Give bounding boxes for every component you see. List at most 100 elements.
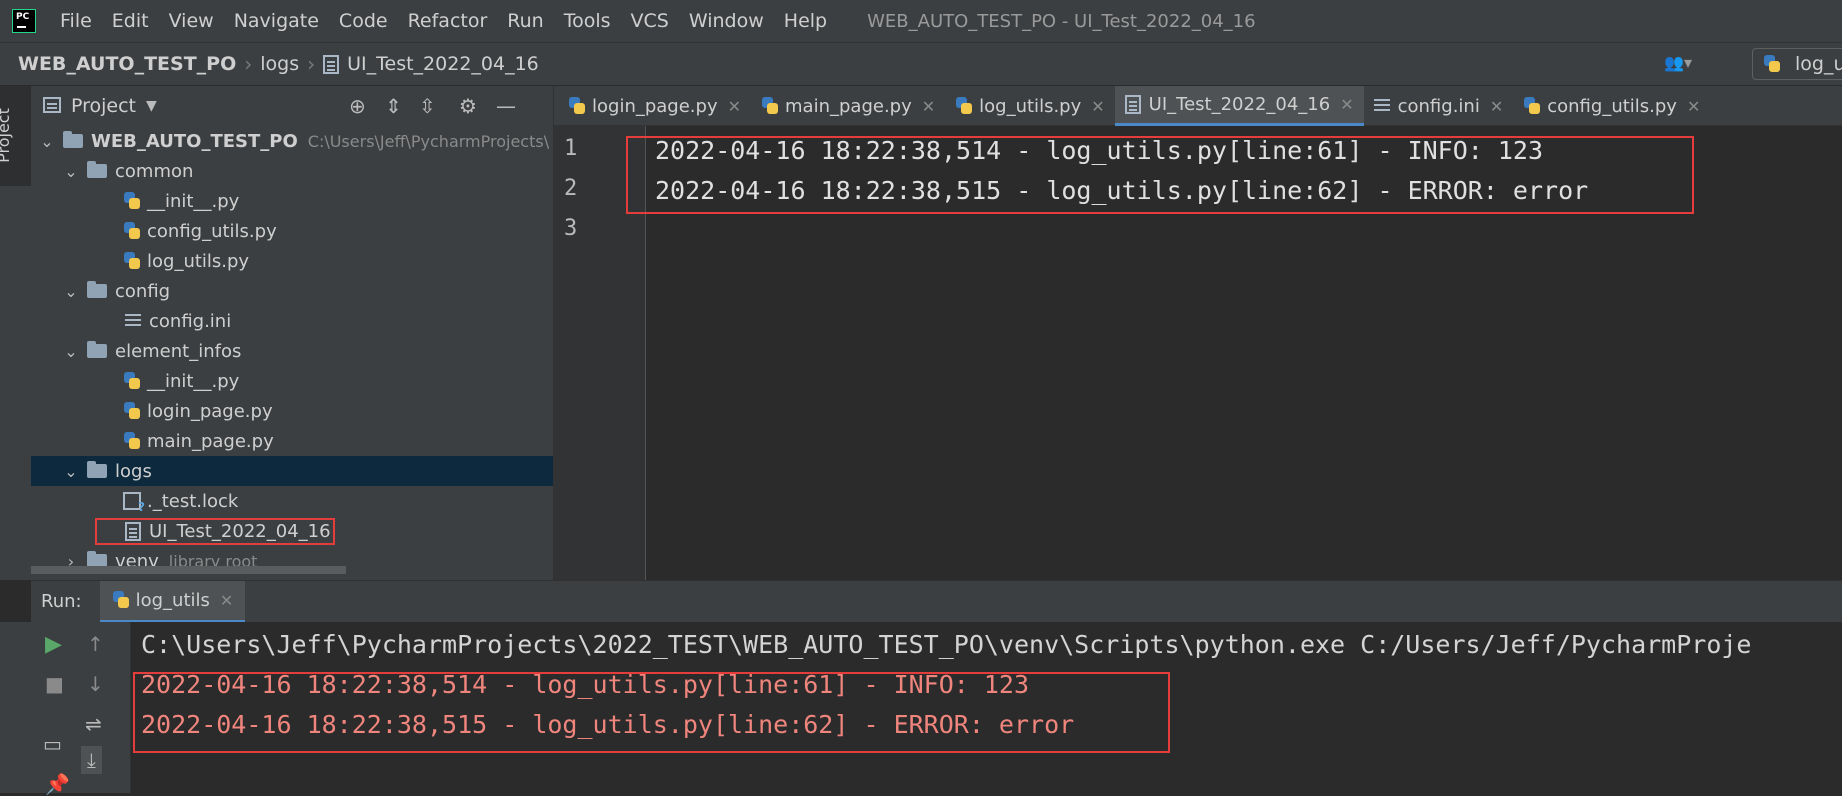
- menu-bar: PC File Edit View Navigate Code Refactor…: [0, 0, 1842, 42]
- horizontal-scrollbar[interactable]: [31, 566, 346, 574]
- chevron-down-icon[interactable]: ⌄: [63, 462, 79, 481]
- tab-label: log_utils.py: [979, 95, 1082, 117]
- minimize-icon[interactable]: —: [496, 94, 516, 118]
- close-icon[interactable]: ✕: [1340, 95, 1353, 114]
- scroll-to-end-icon[interactable]: ⤓: [81, 746, 102, 774]
- tree-item-login-page[interactable]: login_page.py: [31, 396, 553, 426]
- run-tab-label: log_utils: [135, 589, 210, 611]
- tree-item-label: common: [115, 160, 194, 182]
- python-file-icon: [112, 591, 130, 609]
- run-toolbar: ▶ ↑ ■ ↓ ⇌ ▭ ⤓ 📌: [31, 622, 131, 796]
- menu-run[interactable]: Run: [497, 10, 553, 32]
- tree-item-label: config: [115, 280, 171, 302]
- soft-wrap-icon[interactable]: ⇌: [85, 712, 102, 736]
- gear-icon[interactable]: ⚙: [459, 94, 477, 118]
- close-icon[interactable]: ✕: [1490, 97, 1503, 116]
- run-tab-log-utils[interactable]: log_utils ✕: [99, 580, 246, 623]
- tab-main-page[interactable]: main_page.py ✕: [751, 86, 945, 126]
- tree-item-label: main_page.py: [147, 430, 274, 452]
- menu-tools[interactable]: Tools: [554, 10, 621, 32]
- close-icon[interactable]: ✕: [1687, 97, 1700, 116]
- ini-file-icon: [125, 313, 141, 329]
- menu-navigate[interactable]: Navigate: [224, 10, 329, 32]
- chevron-down-icon[interactable]: ▼: [146, 98, 157, 114]
- menu-edit[interactable]: Edit: [102, 10, 159, 32]
- stop-icon[interactable]: ■: [45, 672, 64, 696]
- close-icon[interactable]: ✕: [922, 97, 935, 116]
- tree-item-common[interactable]: ⌄ common: [31, 156, 553, 186]
- run-configuration-selector[interactable]: log_u: [1752, 48, 1842, 80]
- run-configuration-label: log_u: [1795, 53, 1842, 75]
- project-tool-tab[interactable]: Project: [0, 86, 31, 186]
- project-panel: Project ▼ ⊕ ⇕ ⇳ ⚙ — ⌄ WEB_AUTO_TEST_PO C…: [31, 86, 554, 580]
- pin-icon[interactable]: 📌: [45, 772, 70, 796]
- tab-ui-test-log[interactable]: UI_Test_2022_04_16 ✕: [1114, 86, 1364, 126]
- tree-item-element-infos-init[interactable]: __init__.py: [31, 366, 553, 396]
- tab-login-page[interactable]: login_page.py ✕: [554, 86, 751, 126]
- tree-item-log-utils[interactable]: log_utils.py: [31, 246, 553, 276]
- menu-help[interactable]: Help: [774, 10, 837, 32]
- menu-window[interactable]: Window: [679, 10, 774, 32]
- breadcrumb: WEB_AUTO_TEST_PO › logs › UI_Test_2022_0…: [18, 52, 539, 76]
- menu-vcs[interactable]: VCS: [621, 10, 679, 32]
- user-account-icon[interactable]: 👥▾: [1664, 53, 1692, 72]
- tree-item-logs[interactable]: ⌄ logs: [31, 456, 553, 486]
- tree-item-common-init[interactable]: __init__.py: [31, 186, 553, 216]
- project-tool-tab-label: Project: [0, 108, 13, 163]
- up-arrow-icon[interactable]: ↑: [87, 632, 104, 656]
- collapse-all-icon[interactable]: ⇳: [419, 94, 436, 118]
- folder-icon: [87, 281, 107, 298]
- project-panel-header: Project ▼ ⊕ ⇕ ⇳ ⚙ —: [31, 86, 553, 126]
- highlight-box: [133, 672, 1170, 753]
- tree-item-project-root[interactable]: ⌄ WEB_AUTO_TEST_PO C:\Users\Jeff\Pycharm…: [31, 126, 553, 156]
- tab-log-utils[interactable]: log_utils.py ✕: [945, 86, 1115, 126]
- highlight-box: [626, 136, 1694, 214]
- python-file-icon: [123, 432, 141, 450]
- chevron-down-icon[interactable]: ⌄: [63, 162, 79, 181]
- tree-item-config-utils[interactable]: config_utils.py: [31, 216, 553, 246]
- close-icon[interactable]: ✕: [220, 591, 233, 610]
- menu-view[interactable]: View: [159, 10, 224, 32]
- tree-item-label: login_page.py: [147, 400, 273, 422]
- tree-item-path-hint: C:\Users\Jeff\PycharmProjects\: [307, 131, 550, 151]
- left-tool-strip-bottom: [0, 622, 31, 793]
- close-icon[interactable]: ✕: [1091, 97, 1104, 116]
- tree-item-test-lock[interactable]: ._test.lock: [31, 486, 553, 516]
- down-arrow-icon[interactable]: ↓: [87, 672, 104, 696]
- chevron-down-icon[interactable]: ⌄: [39, 132, 55, 151]
- pycharm-logo-icon: PC: [12, 9, 36, 33]
- folder-icon: [87, 161, 107, 178]
- unknown-file-icon: [123, 492, 145, 514]
- breadcrumb-project[interactable]: WEB_AUTO_TEST_PO: [18, 53, 236, 75]
- tree-item-label: element_infos: [115, 340, 242, 362]
- tree-item-config[interactable]: ⌄ config: [31, 276, 553, 306]
- chevron-down-icon[interactable]: ⌄: [63, 342, 79, 361]
- tree-item-main-page[interactable]: main_page.py: [31, 426, 553, 456]
- folder-icon: [87, 341, 107, 358]
- tree-item-label: logs: [115, 460, 152, 482]
- tab-label: main_page.py: [785, 95, 912, 117]
- python-file-icon: [955, 97, 973, 115]
- python-file-icon: [123, 222, 141, 240]
- menu-file[interactable]: File: [50, 10, 102, 32]
- python-file-icon: [1763, 55, 1781, 73]
- layout-icon[interactable]: ▭: [43, 732, 62, 756]
- tab-config-utils[interactable]: config_utils.py ✕: [1513, 86, 1710, 126]
- project-view-selector[interactable]: Project: [71, 95, 136, 117]
- tree-item-config-ini[interactable]: config.ini: [31, 306, 553, 336]
- expand-all-icon[interactable]: ⇕: [385, 94, 402, 118]
- chevron-down-icon[interactable]: ⌄: [63, 282, 79, 301]
- menu-code[interactable]: Code: [329, 10, 398, 32]
- close-icon[interactable]: ✕: [728, 97, 741, 116]
- locate-file-icon[interactable]: ⊕: [349, 94, 366, 118]
- highlight-box: [95, 518, 335, 545]
- tree-item-element-infos[interactable]: ⌄ element_infos: [31, 336, 553, 366]
- chevron-right-icon: ›: [244, 52, 253, 76]
- project-view-icon: [43, 97, 61, 113]
- breadcrumb-folder[interactable]: logs: [260, 53, 299, 75]
- python-file-icon: [123, 252, 141, 270]
- menu-refactor[interactable]: Refactor: [398, 10, 498, 32]
- rerun-icon[interactable]: ▶: [45, 632, 62, 657]
- breadcrumb-file[interactable]: UI_Test_2022_04_16: [347, 53, 539, 75]
- tab-config-ini[interactable]: config.ini ✕: [1364, 86, 1514, 126]
